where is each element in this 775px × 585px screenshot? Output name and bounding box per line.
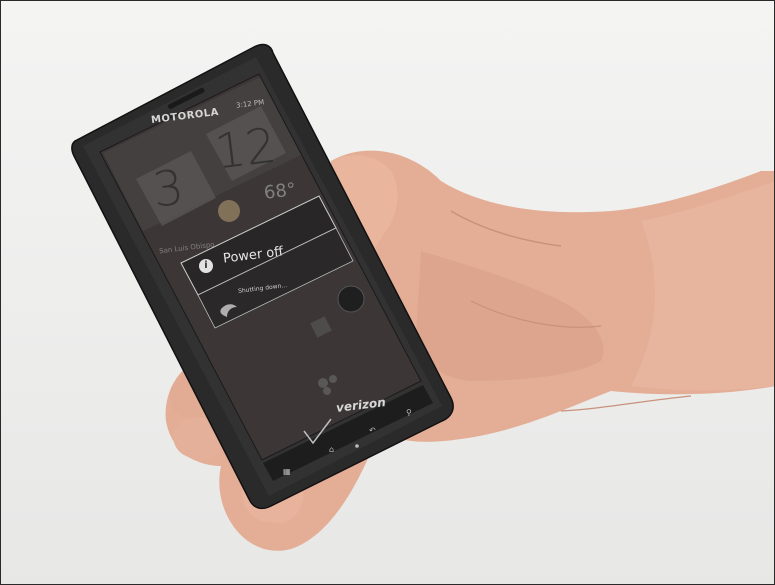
svg-text:⚲: ⚲	[406, 408, 412, 417]
svg-text:⌂: ⌂	[329, 445, 334, 454]
photo-frame: ▦ ⌂ ↶ ⚲ MOTOROLA 3:12 PM 3 12 68° San Lu…	[0, 0, 775, 585]
svg-text:↶: ↶	[368, 426, 376, 435]
svg-text:▦: ▦	[283, 467, 291, 476]
photo-scene: ▦ ⌂ ↶ ⚲	[71, 43, 774, 551]
